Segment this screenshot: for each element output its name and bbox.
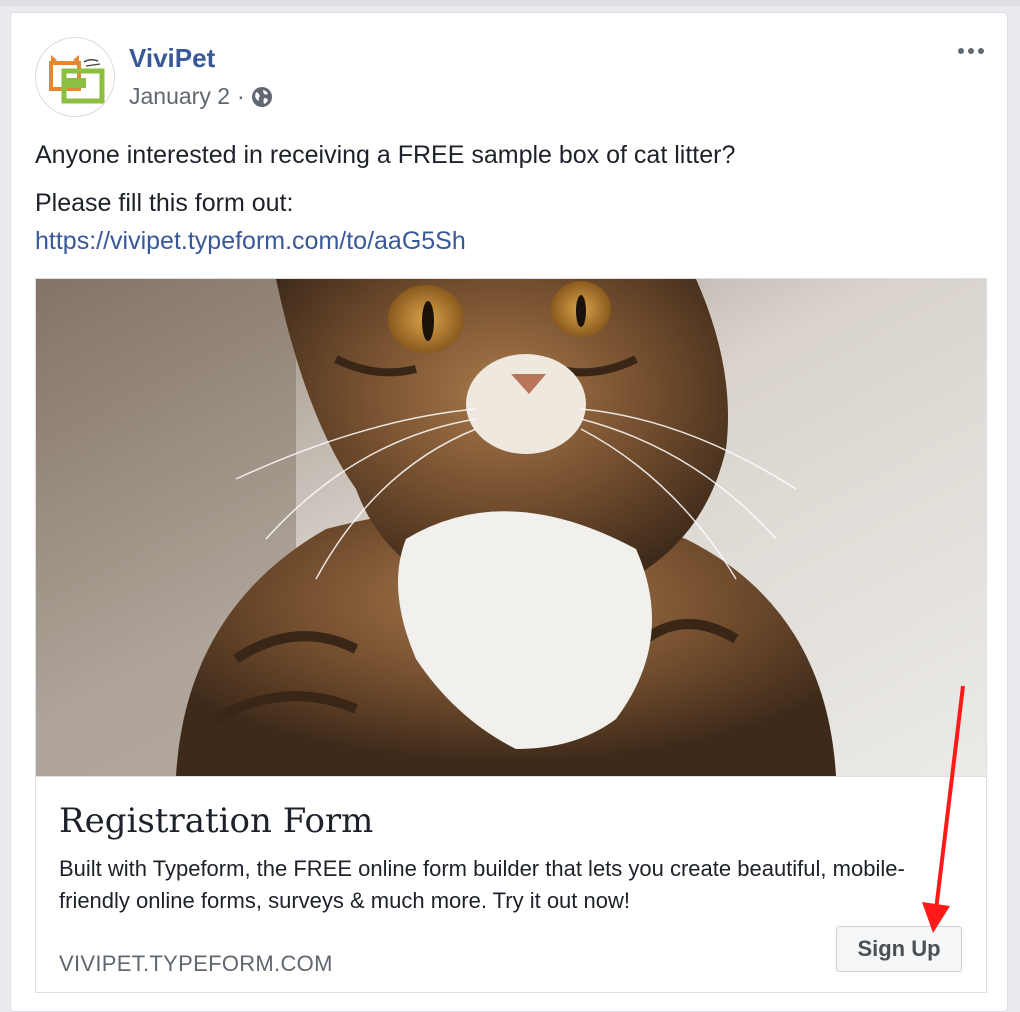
card-title: Registration Form — [59, 801, 374, 841]
card-domain: VIVIPET.TYPEFORM.COM — [59, 951, 333, 976]
vivipet-logo-icon — [49, 55, 105, 104]
post-link[interactable]: https://vivipet.typeform.com/to/aaG5Sh — [35, 227, 466, 256]
post-text-line-2: Please fill this form out: — [35, 189, 294, 217]
globe-icon[interactable] — [251, 86, 273, 108]
post-date-link[interactable]: January 2 — [129, 83, 230, 110]
page-name-link[interactable]: ViviPet — [129, 43, 215, 74]
card-description: Built with Typeform, the FREE online for… — [59, 856, 905, 913]
more-options-icon[interactable] — [953, 43, 989, 59]
link-preview-card[interactable]: Registration Form Built with Typeform, t… — [35, 278, 987, 993]
feed-top-edge — [0, 0, 1020, 6]
card-image[interactable] — [36, 279, 986, 777]
post-meta: January 2 · — [129, 83, 273, 110]
sign-up-button[interactable]: Sign Up — [836, 926, 962, 972]
page-avatar[interactable] — [35, 37, 115, 117]
feed-post: ViviPet January 2 · Anyone interested in… — [10, 12, 1008, 1012]
post-text-line-1: Anyone interested in receiving a FREE sa… — [35, 141, 736, 169]
meta-separator: · — [237, 83, 245, 109]
cat-photo — [36, 279, 986, 776]
